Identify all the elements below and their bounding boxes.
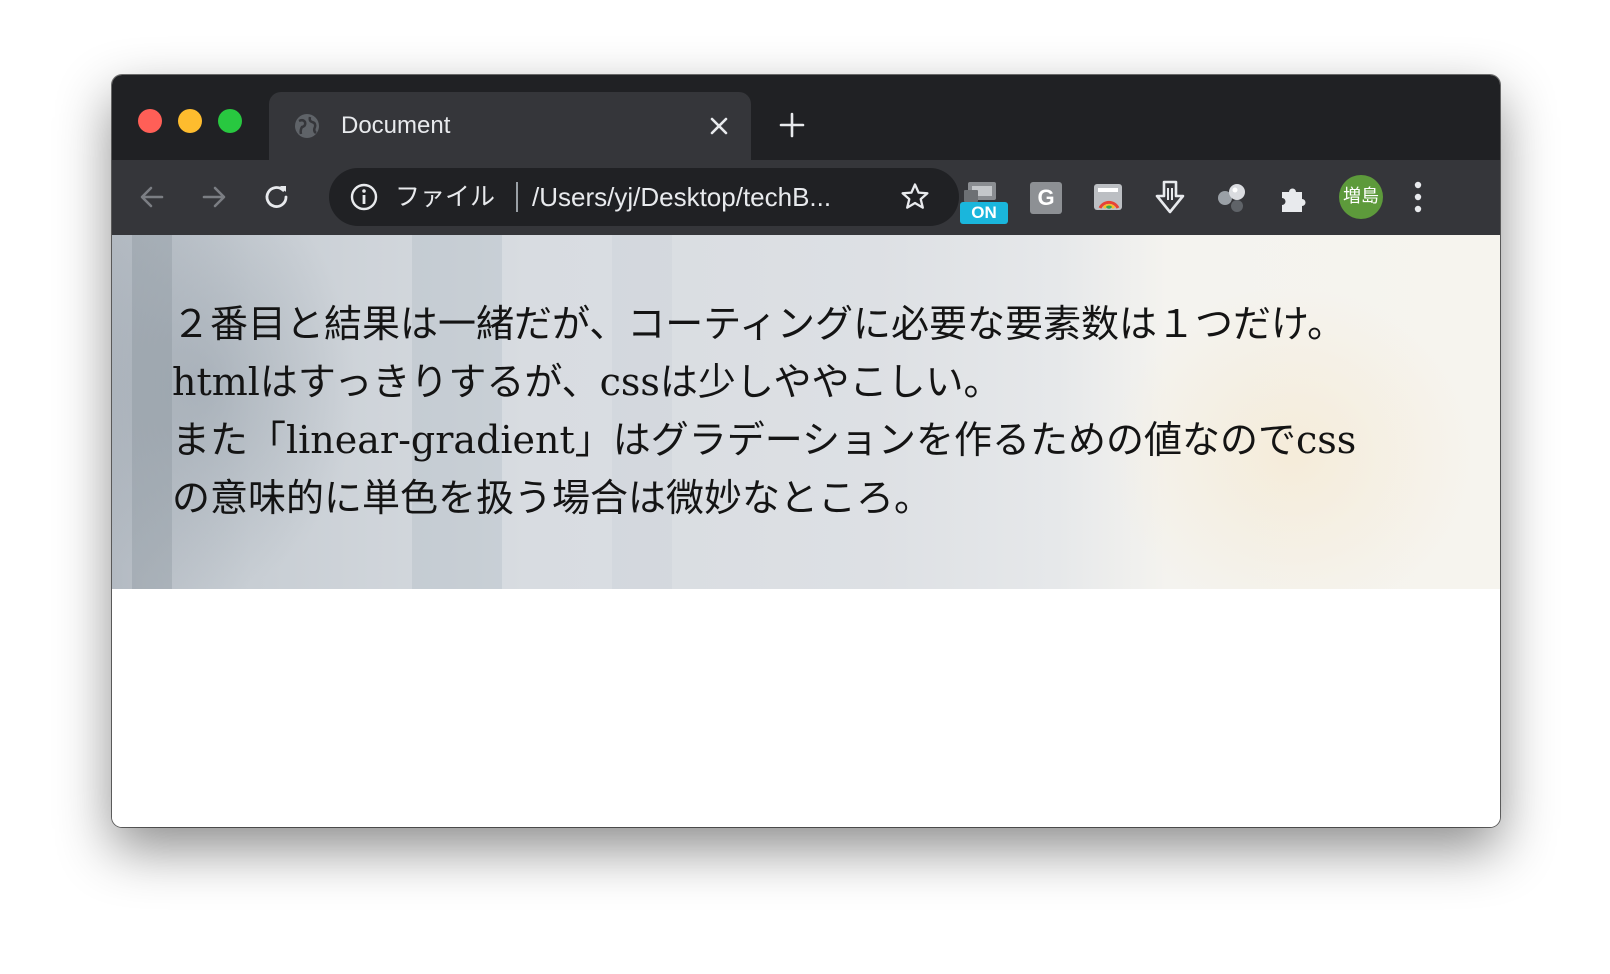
- extension-g[interactable]: G: [1026, 178, 1066, 218]
- text-line: ２番目と結果は一緒だが、コーティングに必要な要素数は１つだけ。: [172, 302, 1346, 346]
- puzzle-extensions-icon[interactable]: [1274, 178, 1314, 218]
- omnibox-separator: [516, 182, 518, 212]
- molecule-extension-icon[interactable]: [1212, 178, 1252, 218]
- new-tab-button[interactable]: [778, 111, 806, 139]
- kebab-menu-icon[interactable]: [1410, 178, 1426, 216]
- close-window-button[interactable]: [138, 109, 162, 133]
- title-bar: Document: [112, 75, 1500, 160]
- address-bar[interactable]: ファイル /Users/yj/Desktop/techB...: [329, 168, 959, 226]
- reload-button[interactable]: [259, 179, 295, 215]
- cast-extension-icon[interactable]: [1088, 178, 1128, 218]
- extension-screen-on[interactable]: ON: [960, 178, 1008, 224]
- text-line: htmlはすっきりするが、cssは少しややこしい。: [172, 360, 1002, 404]
- text-line: また「linear-gradient」はグラデーションを作るための値なのでcss: [172, 418, 1357, 462]
- url-text[interactable]: /Users/yj/Desktop/techB...: [532, 181, 831, 213]
- browser-window: Document ファイル /Users/yj/Desktop/techB...…: [112, 75, 1500, 827]
- toolbar: ファイル /Users/yj/Desktop/techB... ON G 増島: [112, 160, 1500, 235]
- info-icon[interactable]: [349, 182, 379, 212]
- download-hand-icon[interactable]: [1150, 178, 1190, 218]
- globe-icon: [295, 114, 319, 138]
- back-button[interactable]: [134, 179, 170, 215]
- profile-avatar[interactable]: 増島: [1339, 175, 1383, 219]
- page-viewport: ２番目と結果は一緒だが、コーティングに必要な要素数は１つだけ。 htmlはすっき…: [112, 235, 1500, 827]
- close-tab-icon[interactable]: [707, 114, 731, 138]
- on-badge: ON: [960, 202, 1008, 224]
- text-line: の意味的に単色を扱う場合は微妙なところ。: [172, 476, 933, 520]
- tab-document[interactable]: Document: [269, 92, 751, 160]
- hero-banner: ２番目と結果は一緒だが、コーティングに必要な要素数は１つだけ。 htmlはすっき…: [112, 235, 1500, 589]
- hero-text: ２番目と結果は一緒だが、コーティングに必要な要素数は１つだけ。 htmlはすっき…: [172, 295, 1442, 527]
- file-scheme-label: ファイル: [395, 182, 496, 211]
- zoom-window-button[interactable]: [218, 109, 242, 133]
- g-extension-label: G: [1037, 185, 1055, 210]
- bookmark-star-icon[interactable]: [899, 181, 931, 213]
- minimize-window-button[interactable]: [178, 109, 202, 133]
- background-blur-band: [132, 235, 172, 589]
- tab-title: Document: [341, 112, 451, 139]
- forward-button[interactable]: [196, 179, 232, 215]
